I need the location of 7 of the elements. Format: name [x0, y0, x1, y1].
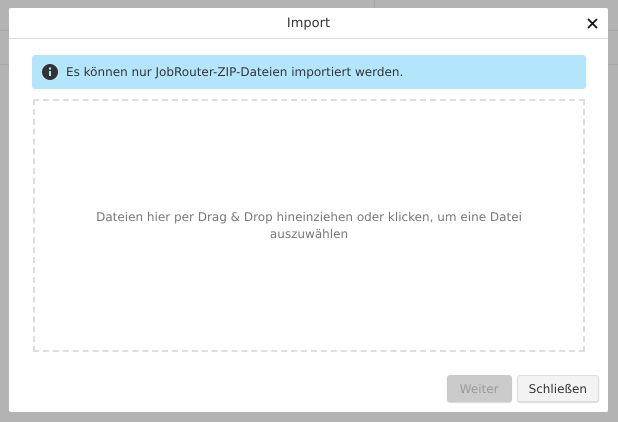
drop-zone-text: Dateien hier per Drag & Drop hineinziehen oder klicken, um eine Datei auszuwählen — [95, 208, 523, 242]
close-dialog-button[interactable]: Schließen — [516, 375, 599, 402]
info-icon — [42, 64, 58, 80]
alert-text: Es können nur JobRouter-ZIP-Dateien importiert werden. — [66, 65, 404, 79]
drop-zone[interactable]: Dateien hier per Drag & Drop hineinziehen oder klicken, um eine Datei auszuwählen — [33, 99, 585, 352]
close-icon — [586, 18, 598, 28]
dialog-title: Import — [286, 16, 330, 30]
